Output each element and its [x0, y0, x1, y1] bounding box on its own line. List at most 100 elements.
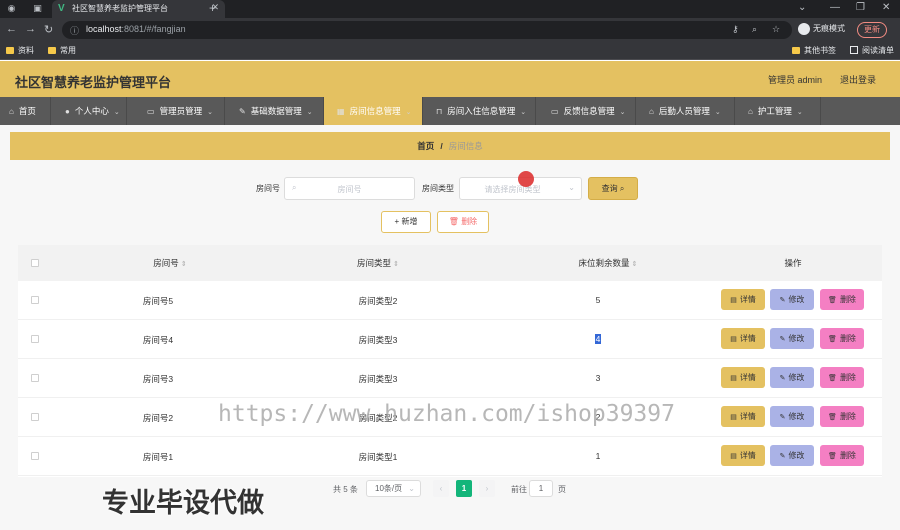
trash-icon: 🗑︎ — [828, 336, 837, 343]
back-icon[interactable]: ← — [6, 23, 17, 35]
page-number-button[interactable]: 1 — [456, 480, 472, 497]
batch-delete-button[interactable]: 🗑︎ 删除 — [437, 211, 489, 233]
edit-button[interactable]: ✎ 修改 — [770, 328, 814, 349]
nav-item-profile[interactable]: ● 个人中心 ⌄ — [51, 97, 127, 125]
nav-item-base-data[interactable]: ✎ 基础数据管理 ⌄ — [225, 97, 324, 125]
document-icon: ▤ — [730, 453, 737, 460]
room-type-label: 房间类型 — [422, 184, 454, 193]
row-checkbox[interactable] — [31, 452, 39, 460]
breadcrumb-separator: / — [440, 141, 443, 151]
add-button[interactable]: + 新增 — [381, 211, 431, 233]
breadcrumb-home[interactable]: 首页 — [417, 141, 434, 151]
key-icon[interactable]: ⚷ — [732, 24, 739, 35]
browser-menu-icon[interactable]: ◉ — [6, 3, 17, 14]
detail-button[interactable]: ▤ 详情 — [721, 406, 765, 427]
document-icon: ▤ — [730, 336, 737, 343]
incognito-indicator[interactable]: 无痕模式 — [798, 23, 845, 35]
logout-link[interactable]: 退出登录 — [840, 73, 876, 86]
chevron-down-icon: ⌄ — [408, 484, 415, 493]
trash-icon: 🗑︎ — [828, 297, 837, 304]
select-all-checkbox[interactable] — [31, 259, 39, 267]
detail-button[interactable]: ▤ 详情 — [721, 367, 765, 388]
browser-tab-active[interactable]: V 社区智慧养老监护管理平台 ✕ — [52, 0, 225, 18]
page-size-select[interactable]: 10条/页 ⌄ — [366, 480, 421, 497]
row-checkbox[interactable] — [31, 413, 39, 421]
detail-button[interactable]: ▤ 详情 — [721, 289, 765, 310]
delete-button[interactable]: 🗑︎ 删除 — [820, 406, 864, 427]
delete-button[interactable]: 🗑︎ 删除 — [820, 289, 864, 310]
breadcrumb: 首页 / 房间信息 — [10, 132, 890, 160]
bookmark-folder[interactable]: 资料 — [6, 45, 34, 56]
nav-item-home[interactable]: ⌂ 首页 — [0, 97, 51, 125]
chevron-down-icon: ⌄ — [520, 109, 527, 116]
edit-button[interactable]: ✎ 修改 — [770, 289, 814, 310]
row-checkbox[interactable] — [31, 335, 39, 343]
tab-favicon-icon[interactable]: ▣ — [32, 3, 43, 14]
row-checkbox[interactable] — [31, 296, 39, 304]
zoom-icon[interactable]: ⌕ — [752, 24, 757, 35]
table-header: 房间号 ⇕ 房间类型 ⇕ 床位剩余数量 ⇕ 操作 — [18, 245, 882, 281]
chevron-down-icon: ⌄ — [306, 109, 313, 116]
folder-icon — [792, 47, 800, 54]
row-checkbox[interactable] — [31, 374, 39, 382]
delete-button[interactable]: 🗑︎ 删除 — [820, 367, 864, 388]
query-button[interactable]: 查询 ⌕ — [588, 177, 638, 200]
room-table: 房间号 ⇕ 房间类型 ⇕ 床位剩余数量 ⇕ 操作 房间号5 房间类型2 5 ▤ 详情 ✎… — [18, 245, 882, 477]
chevron-down-icon: ⌄ — [405, 109, 412, 116]
chevron-down-icon: ⌄ — [568, 183, 575, 192]
delete-button[interactable]: 🗑︎ 删除 — [820, 445, 864, 466]
nav-item-feedback[interactable]: ▭ 反馈信息管理 ⌄ — [536, 97, 636, 125]
nav-item-admins[interactable]: ▭ 管理员管理 ⌄ — [127, 97, 225, 125]
bookmarks-bar: 资料 常用 其他书签 阅读清单 — [0, 42, 900, 60]
column-header-type[interactable]: 房间类型 ⇕ — [318, 257, 438, 269]
browser-tab-title: 社区智慧养老监护管理平台 — [72, 4, 168, 13]
bookmark-folder[interactable]: 常用 — [48, 45, 76, 56]
edit-button[interactable]: ✎ 修改 — [770, 406, 814, 427]
reload-icon[interactable]: ↻ — [44, 23, 53, 36]
update-button[interactable]: 更新 — [857, 22, 887, 38]
document-icon: ▤ — [730, 375, 737, 382]
tab-search-icon[interactable]: ⌄ — [798, 2, 806, 13]
edit-button[interactable]: ✎ 修改 — [770, 367, 814, 388]
other-bookmarks[interactable]: 其他书签 — [792, 45, 836, 56]
column-header-beds[interactable]: 床位剩余数量 ⇕ — [548, 257, 668, 269]
browser-toolbar: ← → ↻ ⓘ localhost:8081/#/fangjian ⚷ ⌕ ☆ … — [0, 18, 900, 42]
site-info-icon[interactable]: ⓘ — [70, 24, 79, 37]
address-bar[interactable]: ⓘ localhost:8081/#/fangjian ⚷ ⌕ ☆ — [62, 21, 792, 39]
cell-room: 房间号2 — [142, 413, 174, 423]
table-row: 房间号5 房间类型2 5 ▤ 详情 ✎ 修改 🗑︎ 删除 — [18, 281, 882, 320]
data-icon: ✎ — [239, 107, 246, 116]
pencil-icon: ✎ — [779, 336, 786, 343]
column-header-room[interactable]: 房间号 ⇕ — [110, 257, 230, 269]
goto-suffix: 页 — [558, 485, 566, 494]
user-icon: ● — [65, 107, 70, 116]
new-tab-icon[interactable]: + — [209, 1, 216, 15]
nav-item-rooms[interactable]: ▦ 房间信息管理 ⌄ — [324, 97, 423, 125]
room-number-input[interactable]: ⌕ 房间号 — [284, 177, 415, 200]
delete-button[interactable]: 🗑︎ 删除 — [820, 328, 864, 349]
star-icon[interactable]: ☆ — [772, 24, 780, 35]
nav-item-nurses[interactable]: ⌂ 护工管理 ⌄ — [735, 97, 821, 125]
top-nav: ⌂ 首页 ● 个人中心 ⌄ ▭ 管理员管理 ⌄ ✎ 基础数据管理 ⌄ ▦ 房间信息管理 ⌄ ⊓ 房间… — [0, 97, 900, 125]
next-page-button[interactable]: › — [479, 480, 495, 497]
trash-icon: 🗑︎ — [448, 217, 459, 226]
detail-button[interactable]: ▤ 详情 — [721, 445, 765, 466]
goto-page-input[interactable]: 1 — [529, 480, 553, 497]
restore-icon[interactable]: ❐ — [856, 2, 865, 13]
sort-icon: ⇕ — [631, 261, 638, 268]
trash-icon: 🗑︎ — [828, 453, 837, 460]
forward-icon[interactable]: → — [25, 23, 36, 35]
nav-item-logistics[interactable]: ⌂ 后勤人员管理 ⌄ — [636, 97, 735, 125]
incognito-icon — [798, 23, 810, 35]
pencil-icon: ✎ — [779, 414, 786, 421]
plus-icon: + — [394, 217, 400, 226]
minimize-icon[interactable]: — — [830, 2, 840, 13]
edit-button[interactable]: ✎ 修改 — [770, 445, 814, 466]
admin-icon: ▭ — [147, 107, 155, 116]
close-window-icon[interactable]: ✕ — [882, 2, 890, 13]
reading-list[interactable]: 阅读清单 — [850, 45, 894, 56]
detail-button[interactable]: ▤ 详情 — [721, 328, 765, 349]
prev-page-button[interactable]: ‹ — [433, 480, 449, 497]
nav-item-checkins[interactable]: ⊓ 房间入住信息管理 ⌄ — [423, 97, 536, 125]
table-row: 房间号4 房间类型3 4 ▤ 详情 ✎ 修改 🗑︎ 删除 — [18, 320, 882, 359]
